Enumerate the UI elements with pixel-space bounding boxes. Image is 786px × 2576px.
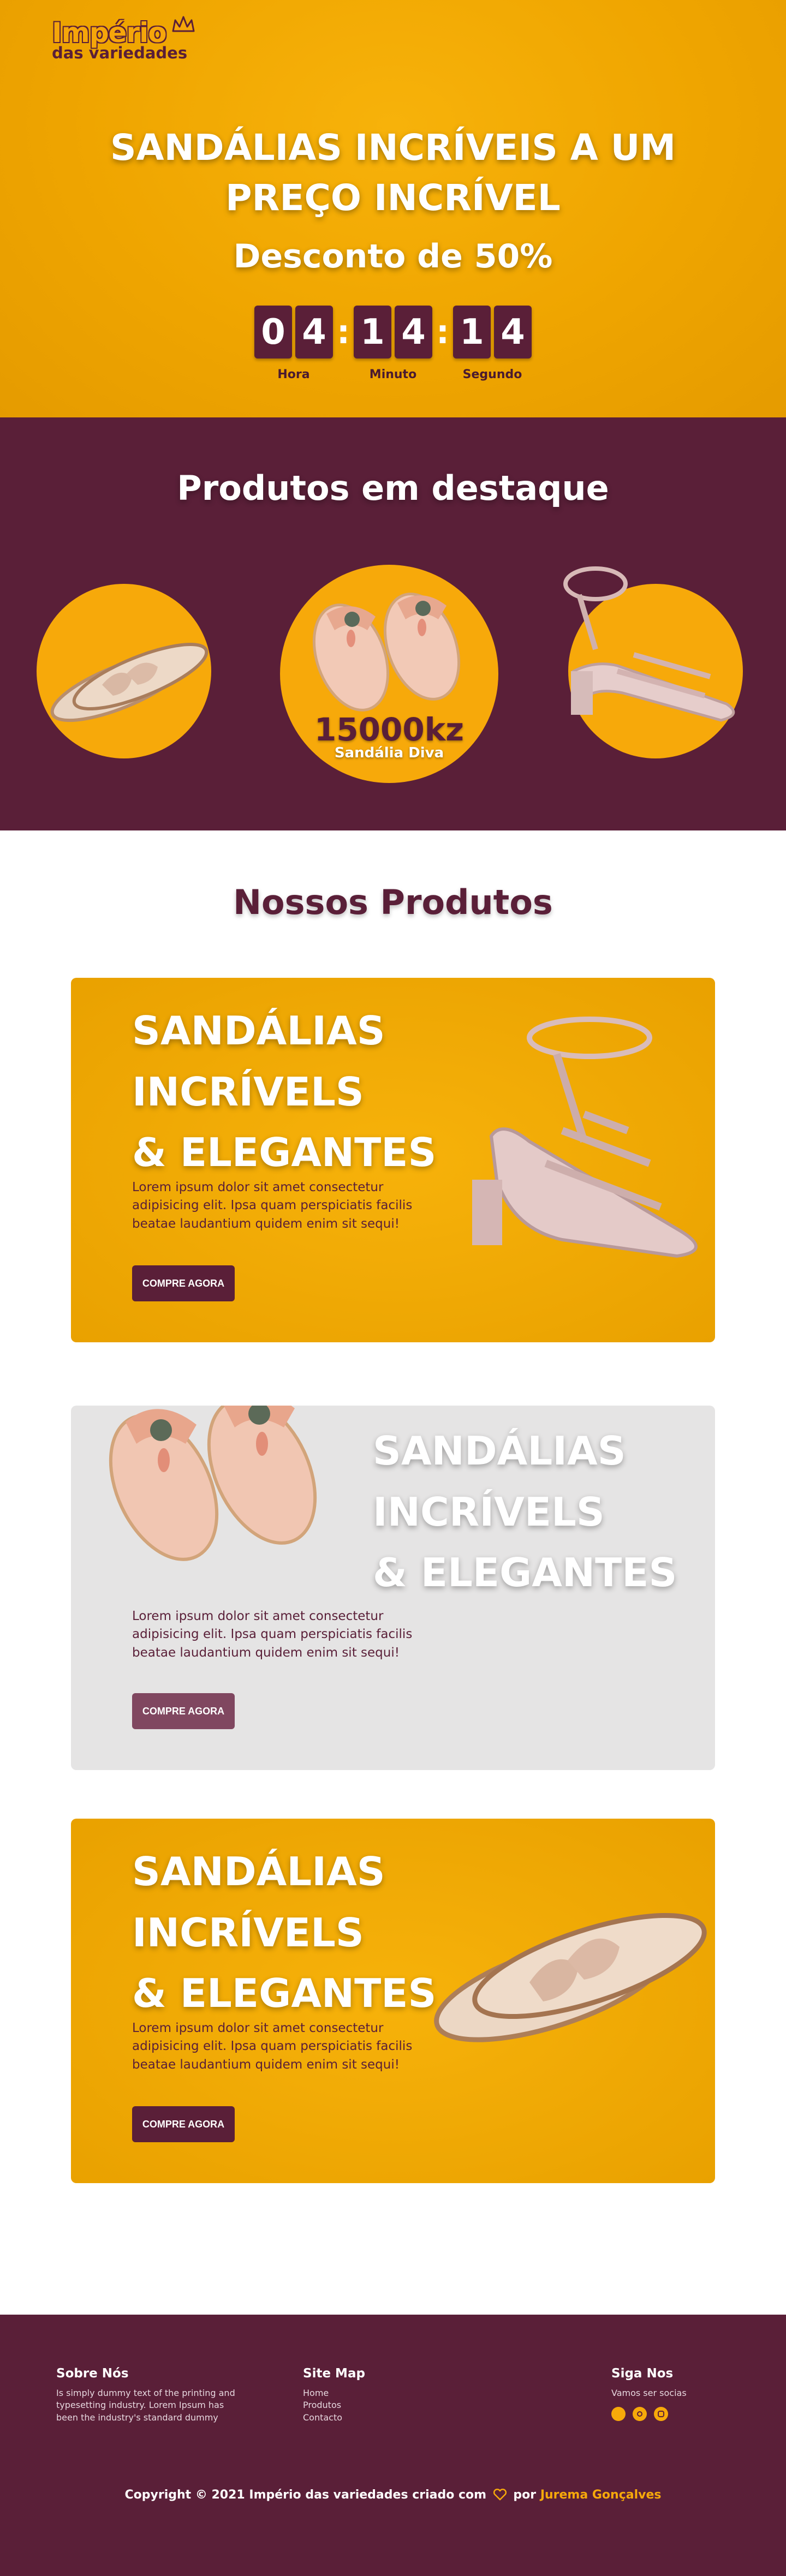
desc-line: Lorem ipsum dolor sit amet consectetur [132,2021,384,2035]
desc-line: Lorem ipsum dolor sit amet consectetur [132,1609,384,1623]
hero-title: SANDÁLIAS INCRÍVEIS A UM PREÇO INCRÍVEL [0,123,786,224]
desc-line: beatae laudantium quidem enim sit sequi! [132,1216,400,1231]
logo-subtitle: das variedades [52,44,188,62]
heel-sandal-image [472,1017,698,1258]
desc-line: beatae laudantium quidem enim sit sequi! [132,1645,400,1660]
social-icon[interactable] [654,2407,668,2422]
title-line: SANDÁLIAS [373,1428,626,1474]
footer-link-products[interactable]: Produtos [303,2399,365,2411]
social-icon[interactable] [633,2407,647,2422]
logo[interactable]: Império das variedades [52,16,195,62]
title-line: SANDÁLIAS [132,1849,385,1894]
countdown-minutes: 1 4 Minuto [354,306,432,381]
desc-line: adipisicing elit. Ipsa quam perspiciatis… [132,1198,413,1213]
footer-about: Sobre Nós Is simply dummy text of the pr… [56,2366,235,2424]
product-card-description: Lorem ipsum dolor sit amet consectetur a… [132,1179,438,1233]
countdown-digit: 4 [295,306,333,358]
products-heading: Nossos Produtos [233,882,553,922]
desc-line: beatae laudantium quidem enim sit sequi! [132,2057,400,2072]
countdown-label-minutes: Minuto [369,368,417,381]
featured-section: Produtos em destaque 15000kz Sandália Di… [0,417,786,830]
hero-title-line2: PREÇO INCRÍVEL [225,177,561,219]
product-card-description: Lorem ipsum dolor sit amet consectetur a… [132,2019,438,2074]
countdown-separator: : [436,313,449,351]
about-line: typesetting industry. Lorem Ipsum has [56,2400,224,2411]
site-footer: Sobre Nós Is simply dummy text of the pr… [0,2315,786,2576]
title-line: INCRÍVELS [132,1068,364,1115]
about-line: been the industry's standard dummy [56,2412,218,2423]
product-card-description: Lorem ipsum dolor sit amet consectetur a… [132,1607,438,1662]
countdown-label-hours: Hora [277,368,310,381]
desc-line: adipisicing elit. Ipsa quam perspiciatis… [132,2039,413,2054]
title-line: INCRÍVELS [373,1489,605,1535]
countdown-hours: 0 4 Hora [254,306,333,381]
desc-line: adipisicing elit. Ipsa quam perspiciatis… [132,1627,413,1642]
logo-title: Império [52,17,167,49]
title-line: INCRÍVELS [132,1909,364,1956]
hero-title-line1: SANDÁLIAS INCRÍVEIS A UM [110,127,676,169]
title-line: SANDÁLIAS [132,1008,385,1054]
footer-follow-title: Siga Nos [611,2366,674,2381]
countdown-digit: 4 [395,306,432,358]
diva-sandal-image [109,1406,317,1561]
buy-now-button[interactable]: COMPRE AGORA [132,2106,235,2142]
title-line: & ELEGANTES [132,1129,437,1176]
social-links [611,2407,687,2422]
countdown-digit: 1 [453,306,491,358]
countdown-digit: 0 [254,306,292,358]
footer-sitemap-title: Site Map [303,2366,365,2381]
countdown-separator: : [337,313,350,351]
product-card: SANDÁLIAS INCRÍVELS & ELEGANTES Lorem ip… [71,1819,715,2183]
heart-icon [493,2488,507,2501]
hero-section: Império das variedades SANDÁLIAS INCRÍVE… [0,0,786,417]
product-card-title: SANDÁLIAS INCRÍVELS & ELEGANTES [132,1842,436,2024]
copyright-author[interactable]: Jurema Gonçalves [540,2488,662,2502]
desc-line: Lorem ipsum dolor sit amet consectetur [132,1180,384,1194]
product-card-title: SANDÁLIAS INCRÍVELS & ELEGANTES [132,1001,436,1184]
title-line: & ELEGANTES [132,1970,437,2017]
featured-product-heel[interactable] [563,566,743,758]
copyright-text: Copyright © 2021 Império das variedades … [124,2488,487,2502]
featured-price: 15000kz [314,711,465,748]
copyright-by: por [513,2488,537,2502]
buy-now-button[interactable]: COMPRE AGORA [132,1693,235,1729]
featured-product-espadrille[interactable] [37,584,211,758]
buy-now-button[interactable]: COMPRE AGORA [132,1265,235,1301]
heel-sandal-image [563,566,735,722]
countdown-seconds: 1 4 Segundo [453,306,532,381]
about-line: Is simply dummy text of the printing and [56,2388,235,2398]
countdown-digit: 1 [354,306,391,358]
copyright: Copyright © 2021 Império das variedades … [0,2488,786,2502]
footer-sitemap: Site Map Home Produtos Contacto [303,2366,365,2424]
products-section: Nossos Produtos SANDÁLIAS INCRÍVELS & EL… [0,830,786,2315]
social-icon[interactable] [611,2407,626,2422]
product-card: SANDÁLIAS INCRÍVELS & ELEGANTES Lorem ip… [71,1406,715,1770]
product-card: SANDÁLIAS INCRÍVELS & ELEGANTES Lorem ip… [71,978,715,1342]
footer-link-contact[interactable]: Contacto [303,2412,365,2424]
featured-heading: Produtos em destaque [177,468,609,508]
countdown-label-seconds: Segundo [462,368,522,381]
featured-product-name: Sandália Diva [334,745,444,761]
espadrille-sandal-image [434,1912,707,2042]
footer-link-home[interactable]: Home [303,2387,365,2399]
espadrille-sandal-image [50,642,209,722]
title-line: & ELEGANTES [373,1550,677,1596]
crown-icon [172,16,195,32]
footer-follow-text: Vamos ser socias [611,2388,687,2398]
featured-product-diva[interactable]: 15000kz Sandália Diva [280,565,498,783]
hero-discount: Desconto de 50% [233,237,553,276]
product-card-title: SANDÁLIAS INCRÍVELS & ELEGANTES [373,1421,677,1604]
diva-sandal-image [312,593,461,712]
footer-follow: Siga Nos Vamos ser socias [611,2366,687,2422]
footer-about-text: Is simply dummy text of the printing and… [56,2387,235,2424]
countdown-timer: 0 4 Hora : 1 4 Minuto : 1 4 Segundo [0,306,786,381]
footer-about-title: Sobre Nós [56,2366,129,2381]
countdown-digit: 4 [494,306,532,358]
